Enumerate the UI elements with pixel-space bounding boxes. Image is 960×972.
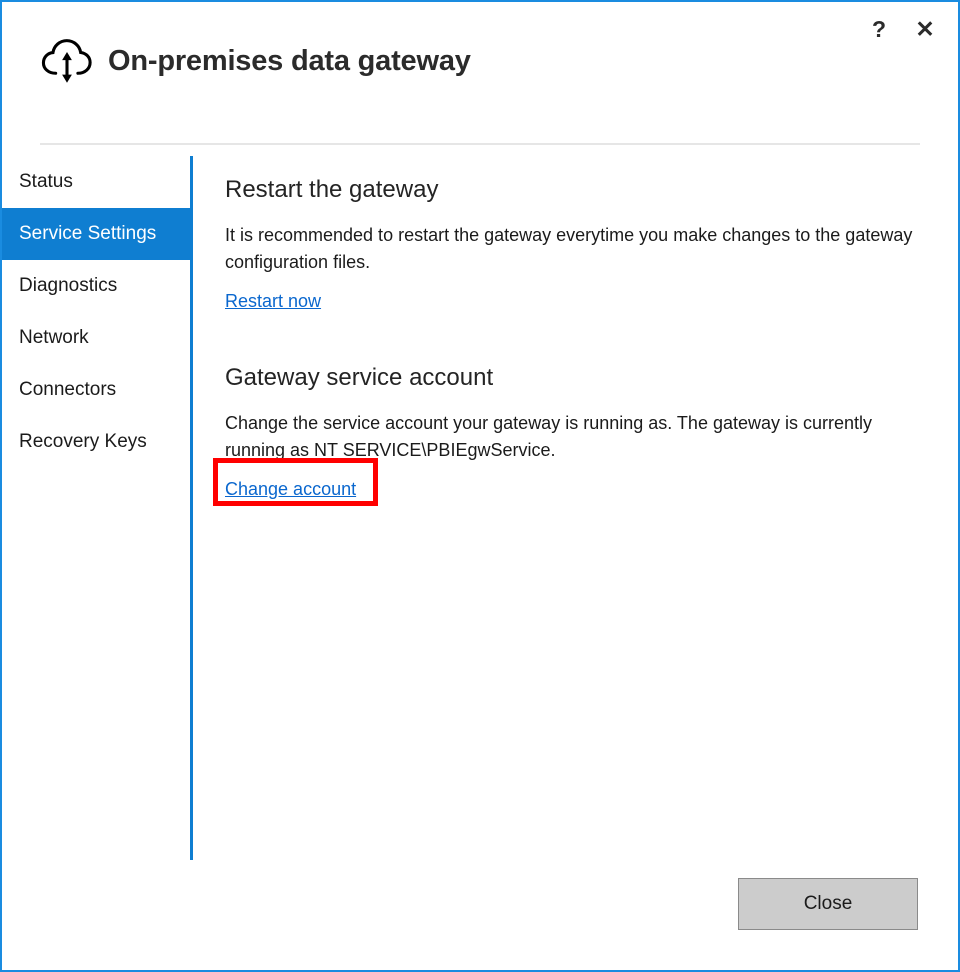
sidebar-item-network[interactable]: Network [2, 312, 190, 364]
restart-now-link[interactable]: Restart now [225, 291, 321, 312]
sidebar-divider [190, 156, 193, 860]
restart-gateway-description: It is recommended to restart the gateway… [225, 224, 913, 272]
sidebar-item-label: Diagnostics [19, 275, 118, 296]
help-button[interactable]: ? [856, 8, 902, 50]
header-divider [40, 143, 920, 145]
main-content: Restart the gateway It is recommended to… [225, 156, 925, 500]
sidebar-item-service-settings[interactable]: Service Settings [2, 208, 190, 260]
change-account-link[interactable]: Change account [225, 479, 356, 500]
close-window-button[interactable]: ✕ [902, 8, 948, 50]
gateway-service-account-section: Gateway service account Change the servi… [225, 364, 925, 500]
sidebar-item-label: Status [19, 171, 73, 192]
sidebar-nav: Status Service Settings Diagnostics Netw… [2, 156, 190, 468]
close-button[interactable]: Close [738, 878, 918, 930]
sidebar-item-label: Connectors [19, 379, 117, 400]
caption-buttons: ? ✕ [856, 8, 948, 50]
restart-gateway-section: Restart the gateway It is recommended to… [225, 176, 925, 312]
app-title-row: On-premises data gateway [38, 32, 471, 90]
sidebar-item-connectors[interactable]: Connectors [2, 364, 190, 416]
sidebar-item-label: Service Settings [19, 223, 157, 244]
sidebar-item-label: Recovery Keys [19, 431, 147, 452]
title-bar: On-premises data gateway ? ✕ [2, 2, 958, 145]
gateway-service-account-description: Change the service account your gateway … [225, 412, 873, 460]
sidebar-item-recovery-keys[interactable]: Recovery Keys [2, 416, 190, 468]
sidebar-item-diagnostics[interactable]: Diagnostics [2, 260, 190, 312]
sidebar-item-status[interactable]: Status [2, 156, 190, 208]
gateway-settings-window: On-premises data gateway ? ✕ Status Serv… [0, 0, 960, 972]
gateway-service-account-heading: Gateway service account [225, 363, 494, 391]
page-title: On-premises data gateway [108, 44, 471, 77]
restart-gateway-heading: Restart the gateway [225, 176, 439, 203]
cloud-updown-arrow-icon [38, 32, 96, 90]
sidebar-item-label: Network [19, 327, 89, 348]
